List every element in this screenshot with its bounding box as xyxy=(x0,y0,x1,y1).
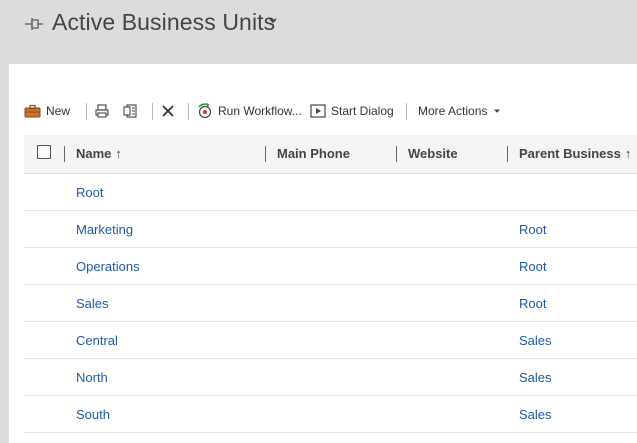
column-divider[interactable] xyxy=(507,146,508,162)
page-header: Active Business Units xyxy=(0,0,637,64)
table-row[interactable]: Central Sales xyxy=(24,322,637,359)
new-label: New xyxy=(46,104,71,118)
business-unit-name-link[interactable]: Operations xyxy=(76,259,140,274)
run-workflow-label: Run Workflow... xyxy=(218,104,302,118)
export-icon xyxy=(123,104,137,118)
business-unit-name-link[interactable]: South xyxy=(76,407,110,422)
parent-business-link[interactable]: Root xyxy=(519,259,546,274)
table-row[interactable]: Sales Root xyxy=(24,285,637,322)
parent-business-link[interactable]: Sales xyxy=(519,333,552,348)
toolbar-divider xyxy=(152,103,153,120)
page-title[interactable]: Active Business Units xyxy=(52,9,275,36)
sort-ascending-icon: ↑ xyxy=(624,146,632,161)
column-divider[interactable] xyxy=(396,146,397,162)
table-row[interactable]: South Sales xyxy=(24,396,637,433)
column-header-website[interactable]: Website xyxy=(408,146,458,161)
chevron-down-icon[interactable] xyxy=(268,17,278,25)
toolbar-divider xyxy=(86,103,87,120)
column-header-name[interactable]: Name ↑ xyxy=(76,146,122,161)
dialog-icon xyxy=(310,104,326,118)
start-dialog-button[interactable]: Start Dialog xyxy=(310,98,394,124)
table-row[interactable]: Root xyxy=(24,174,637,211)
workflow-icon xyxy=(198,103,212,119)
parent-business-link[interactable]: Sales xyxy=(519,370,552,385)
dropdown-icon xyxy=(494,109,501,113)
parent-business-link[interactable]: Root xyxy=(519,296,546,311)
parent-business-link[interactable]: Sales xyxy=(519,407,552,422)
table-row[interactable]: Operations Root xyxy=(24,248,637,285)
pin-icon[interactable] xyxy=(24,17,44,31)
sort-ascending-icon: ↑ xyxy=(115,146,122,161)
column-divider[interactable] xyxy=(265,146,266,162)
parent-business-link[interactable]: Root xyxy=(519,222,546,237)
command-bar: New Run Workflow... Start Dialog More Ac… xyxy=(24,98,637,124)
start-dialog-label: Start Dialog xyxy=(331,104,394,118)
records-grid: Name ↑ Main Phone Website Parent Busines… xyxy=(24,135,637,443)
business-unit-name-link[interactable]: Sales xyxy=(76,296,109,311)
grid-header: Name ↑ Main Phone Website Parent Busines… xyxy=(24,135,637,174)
column-header-main-phone[interactable]: Main Phone xyxy=(277,146,350,161)
table-row[interactable]: Marketing Root xyxy=(24,211,637,248)
print-button[interactable] xyxy=(94,98,110,124)
delete-button[interactable] xyxy=(160,98,176,124)
delete-icon xyxy=(162,105,174,117)
toolbar-divider xyxy=(406,103,407,120)
new-icon xyxy=(24,104,41,118)
business-unit-name-link[interactable]: North xyxy=(76,370,108,385)
business-unit-name-link[interactable]: Central xyxy=(76,333,118,348)
column-header-parent-business[interactable]: Parent Business ↑ xyxy=(519,146,631,161)
run-workflow-button[interactable]: Run Workflow... xyxy=(196,98,302,124)
more-actions-button[interactable]: More Actions xyxy=(418,98,501,124)
new-button[interactable]: New xyxy=(24,98,70,124)
business-unit-name-link[interactable]: Marketing xyxy=(76,222,133,237)
export-button[interactable] xyxy=(122,98,138,124)
business-unit-name-link[interactable]: Root xyxy=(76,185,103,200)
table-row[interactable]: North Sales xyxy=(24,359,637,396)
print-icon xyxy=(95,104,109,118)
more-actions-label: More Actions xyxy=(418,104,488,118)
column-divider[interactable] xyxy=(64,146,65,162)
toolbar-divider xyxy=(188,103,189,120)
select-all-checkbox[interactable] xyxy=(37,145,51,159)
